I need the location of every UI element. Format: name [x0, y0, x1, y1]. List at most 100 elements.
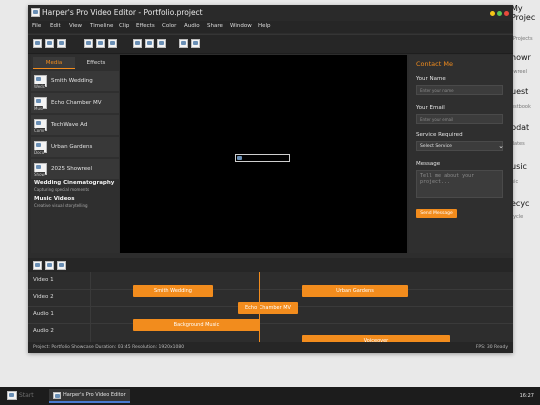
- media-item-echo-chamber[interactable]: Musi Echo Chamber MV: [31, 93, 119, 113]
- media-item-label: 2025 Showreel: [51, 166, 93, 172]
- clip-urban-gardens[interactable]: Urban Gardens: [302, 285, 408, 297]
- open-icon[interactable]: [45, 39, 54, 48]
- media-item-smith-wedding[interactable]: Wedc Smith Wedding: [31, 71, 119, 91]
- timeline-toolbar: [28, 258, 513, 272]
- desktop-icon-label: ecyc: [511, 200, 530, 208]
- service-select[interactable]: Select Service ⌄: [416, 141, 504, 151]
- menu-window[interactable]: Window: [230, 23, 252, 29]
- project-status: Project: Portfolio Showcase Duration: 03…: [33, 345, 185, 350]
- track-divider: [28, 289, 513, 290]
- thumbnail-caption: Musi: [34, 106, 44, 111]
- taskbar-app-button[interactable]: Harper's Pro Video Editor: [49, 389, 130, 403]
- menu-help[interactable]: Help: [258, 23, 271, 29]
- track-label-video-1: Video 1: [33, 277, 54, 283]
- video-preview[interactable]: [120, 55, 407, 253]
- redo-icon[interactable]: [145, 39, 154, 48]
- menu-view[interactable]: View: [69, 23, 82, 29]
- track-divider: [28, 323, 513, 324]
- new-icon[interactable]: [33, 39, 42, 48]
- chevron-down-icon: ⌄: [498, 142, 504, 150]
- desktop-icon-label: My Projec: [511, 5, 536, 22]
- preview-frame-image: [235, 154, 290, 162]
- menu-timeline[interactable]: Timeline: [90, 23, 113, 29]
- thumbnail-caption: Wedc: [34, 84, 45, 89]
- render-status: FPS: 30 Ready: [475, 345, 508, 350]
- menu-file[interactable]: File: [32, 23, 41, 29]
- media-item-label: TechWave Ad: [51, 122, 88, 128]
- name-label: Your Name: [416, 76, 446, 82]
- taskbar-app-label: Harper's Pro Video Editor: [63, 392, 126, 398]
- app-icon: [31, 8, 40, 17]
- maximize-button[interactable]: [497, 11, 502, 16]
- undo-icon[interactable]: [133, 39, 142, 48]
- media-item-label: Echo Chamber MV: [51, 100, 102, 106]
- desktop-icon-label: usic: [511, 163, 527, 171]
- contact-panel: Contact Me Your Name Your Email Service …: [409, 55, 510, 253]
- title-bar[interactable]: Harper's Pro Video Editor - Portfolio.pr…: [28, 5, 513, 21]
- timeline[interactable]: Video 1 Video 2 Audio 1 Audio 2 Smith We…: [28, 272, 513, 347]
- menu-clip[interactable]: Clip: [119, 23, 129, 29]
- zoom-icon[interactable]: [57, 261, 66, 270]
- send-message-button[interactable]: Send Message: [416, 209, 457, 218]
- clip-smith-wedding[interactable]: Smith Wedding: [133, 285, 213, 297]
- close-button[interactable]: [504, 11, 509, 16]
- paste-icon[interactable]: [108, 39, 117, 48]
- section-subtitle: Capturing special moments: [34, 187, 90, 192]
- media-item-label: Urban Gardens: [51, 144, 93, 150]
- email-label: Your Email: [416, 105, 445, 111]
- menu-color[interactable]: Color: [162, 23, 176, 29]
- play-icon[interactable]: [157, 39, 166, 48]
- track-label-audio-1: Audio 1: [33, 311, 54, 317]
- thumbnail-caption: Show: [34, 172, 45, 177]
- main-toolbar: [28, 34, 513, 54]
- thumbnail-caption: Docu: [34, 150, 45, 155]
- track-label-video-2: Video 2: [33, 294, 54, 300]
- taskbar: Start Harper's Pro Video Editor 16:27: [0, 387, 540, 405]
- app-icon: [53, 392, 61, 399]
- render-icon[interactable]: [179, 39, 188, 48]
- video-editor-window: Harper's Pro Video Editor - Portfolio.pr…: [28, 5, 513, 353]
- desktop-icon-label: pdat: [511, 124, 530, 132]
- track-header-divider: [90, 272, 91, 342]
- section-title: Wedding Cinematography: [34, 180, 115, 186]
- start-button[interactable]: Start: [19, 392, 34, 399]
- track-label-audio-2: Audio 2: [33, 328, 54, 334]
- media-panel: Media Effects Wedc Smith Wedding Musi Ec…: [31, 55, 119, 253]
- media-item-label: Smith Wedding: [51, 78, 93, 84]
- message-label: Message: [416, 161, 441, 167]
- service-select-value: Select Service: [420, 144, 452, 149]
- media-item-urban-gardens[interactable]: Docu Urban Gardens: [31, 137, 119, 157]
- desktop-icon-label: uest: [511, 88, 529, 96]
- status-bar: Project: Portfolio Showcase Duration: 03…: [28, 342, 513, 353]
- export-icon[interactable]: [191, 39, 200, 48]
- name-input[interactable]: [416, 85, 503, 95]
- section-subtitle: Creative visual storytelling: [34, 203, 88, 208]
- service-label: Service Required: [416, 132, 463, 138]
- clip-background-music[interactable]: Background Music: [133, 319, 260, 331]
- menu-share[interactable]: Share: [207, 23, 223, 29]
- snap-icon[interactable]: [45, 261, 54, 270]
- media-item-techwave[interactable]: Comr TechWave Ad: [31, 115, 119, 135]
- start-icon[interactable]: [7, 391, 17, 400]
- media-tabs: Media Effects: [31, 57, 119, 69]
- playhead[interactable]: [259, 272, 260, 342]
- razor-icon[interactable]: [33, 261, 42, 270]
- message-textarea[interactable]: [416, 170, 503, 198]
- save-icon[interactable]: [57, 39, 66, 48]
- cut-icon[interactable]: [84, 39, 93, 48]
- minimize-button[interactable]: [490, 11, 495, 16]
- section-title: Music Videos: [34, 196, 75, 202]
- email-input[interactable]: [416, 114, 503, 124]
- desktop-icon-label: howr: [511, 54, 531, 62]
- tab-media[interactable]: Media: [33, 57, 75, 69]
- menu-audio[interactable]: Audio: [184, 23, 200, 29]
- menu-edit[interactable]: Edit: [50, 23, 61, 29]
- clip-echo-chamber[interactable]: Echo Chamber MV: [238, 302, 298, 314]
- media-item-showreel[interactable]: Show 2025 Showreel: [31, 159, 119, 179]
- menu-bar: File Edit View Timeline Clip Effects Col…: [28, 21, 513, 33]
- copy-icon[interactable]: [96, 39, 105, 48]
- window-title: Harper's Pro Video Editor - Portfolio.pr…: [42, 8, 203, 17]
- contact-heading: Contact Me: [416, 60, 453, 68]
- menu-effects[interactable]: Effects: [136, 23, 155, 29]
- tab-effects[interactable]: Effects: [75, 57, 117, 69]
